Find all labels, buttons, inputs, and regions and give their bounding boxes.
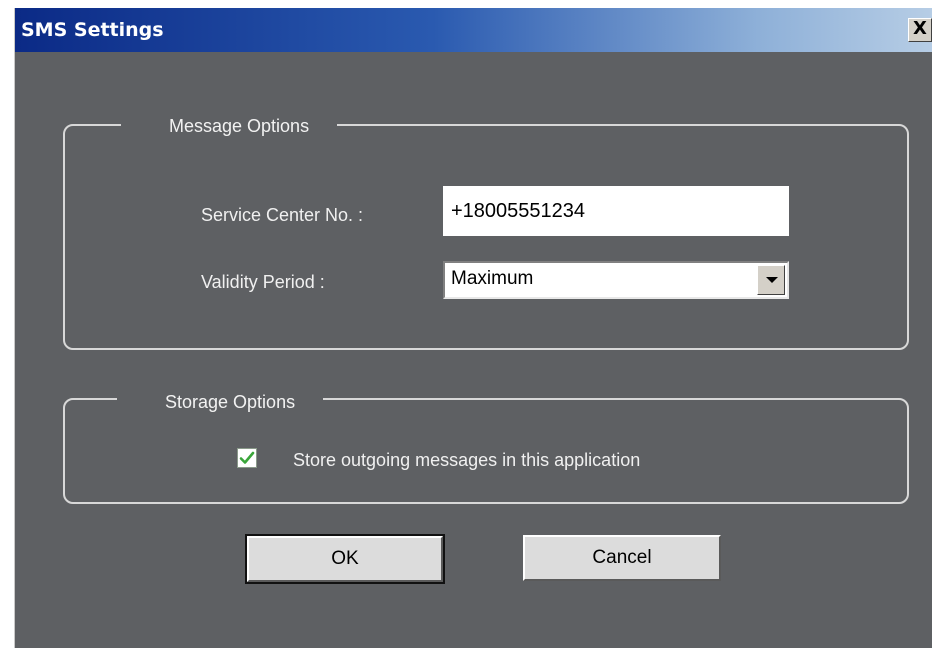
validity-period-select[interactable]: Maximum	[443, 261, 789, 299]
checkmark-icon	[239, 451, 255, 464]
store-outgoing-checkbox[interactable]	[237, 448, 257, 468]
store-outgoing-label[interactable]: Store outgoing messages in this applicat…	[293, 449, 640, 471]
sms-settings-dialog: SMS Settings X Message Options Service C…	[14, 8, 932, 648]
chevron-down-icon[interactable]	[757, 265, 785, 295]
service-center-label: Service Center No. :	[201, 205, 364, 225]
validity-period-value: Maximum	[451, 268, 534, 289]
title-bar[interactable]: SMS Settings X	[15, 8, 932, 52]
close-button[interactable]: X	[908, 18, 932, 42]
storage-options-title: Storage Options	[117, 391, 324, 413]
message-options-group	[63, 124, 909, 350]
dialog-title: SMS Settings	[21, 19, 164, 41]
ok-button[interactable]: OK	[245, 534, 445, 584]
message-options-title: Message Options	[121, 115, 338, 137]
close-icon: X	[913, 18, 927, 39]
service-center-input[interactable]	[443, 186, 789, 236]
cancel-button[interactable]: Cancel	[523, 535, 721, 581]
validity-period-label: Validity Period :	[201, 272, 325, 292]
